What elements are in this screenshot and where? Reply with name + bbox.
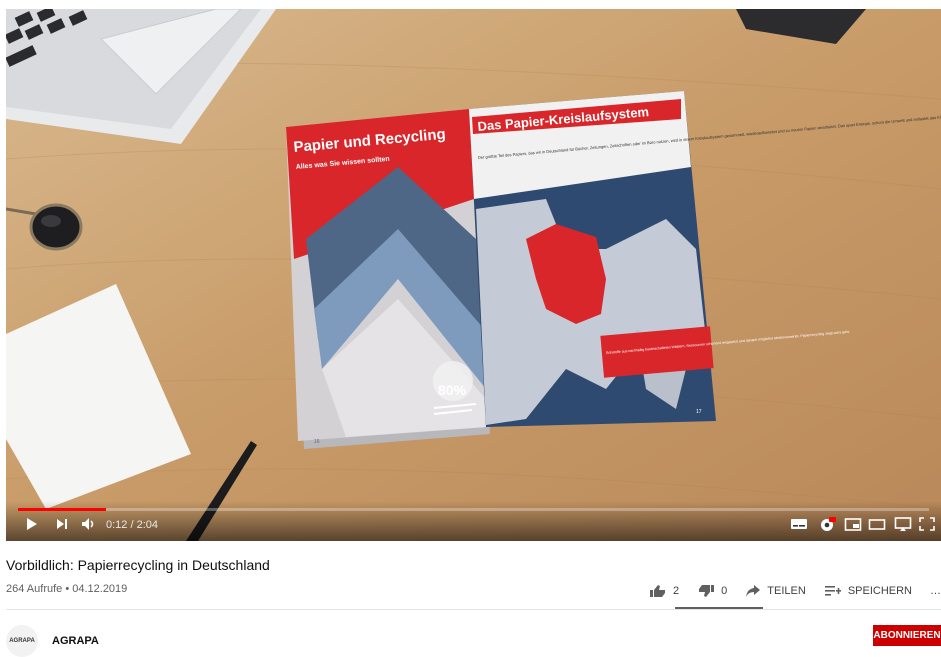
video-player[interactable]: Papier und Recycling Alles was Sie wisse… xyxy=(6,9,941,541)
cast-button[interactable] xyxy=(894,516,912,532)
share-button[interactable]: TEILEN xyxy=(745,584,806,598)
more-actions-button[interactable]: … xyxy=(930,585,941,597)
save-label: SPEICHERN xyxy=(847,585,912,597)
video-info: Vorbildlich: Papierrecycling in Deutschl… xyxy=(6,541,941,657)
playlist-add-icon xyxy=(824,586,841,596)
cast-icon xyxy=(894,517,912,531)
divider xyxy=(6,609,941,610)
subscribe-button[interactable]: ABONNIEREN xyxy=(873,625,941,646)
channel-row: AGRAPA AGRAPA xyxy=(6,625,99,657)
progress-bar[interactable] xyxy=(18,508,929,511)
fullscreen-button[interactable] xyxy=(918,516,936,532)
subtitles-icon xyxy=(791,519,807,529)
save-button[interactable]: SPEICHERN xyxy=(824,584,912,598)
like-count: 2 xyxy=(673,585,680,597)
play-icon xyxy=(27,518,37,530)
player-controls: 0:12 / 2:04 xyxy=(6,501,941,541)
progress-fill xyxy=(18,508,107,511)
next-icon xyxy=(57,519,67,529)
time-display: 0:12 / 2:04 xyxy=(106,519,158,531)
avatar-logo-text: AGRAPA xyxy=(9,638,35,644)
miniplayer-icon xyxy=(844,518,862,531)
subtitles-button[interactable] xyxy=(790,516,808,532)
dislike-button[interactable]: 0 xyxy=(697,584,727,598)
share-label: TEILEN xyxy=(767,585,806,597)
channel-name[interactable]: AGRAPA xyxy=(52,635,99,647)
thumbs-up-icon xyxy=(650,585,666,597)
settings-button[interactable] xyxy=(818,516,836,532)
miniplayer-button[interactable] xyxy=(844,516,862,532)
thumbs-down-icon xyxy=(699,585,715,597)
dislike-count: 0 xyxy=(721,585,728,597)
volume-icon xyxy=(82,518,94,530)
brochure-left-page-number: 16 xyxy=(314,439,320,445)
video-title: Vorbildlich: Papierrecycling in Deutschl… xyxy=(6,557,270,573)
video-meta: 264 Aufrufe • 04.12.2019 xyxy=(6,583,128,595)
share-icon xyxy=(746,585,761,597)
volume-button[interactable] xyxy=(80,515,98,533)
play-button[interactable] xyxy=(24,515,40,533)
brochure-percent: 80% xyxy=(438,382,467,398)
channel-avatar[interactable]: AGRAPA xyxy=(6,625,38,657)
action-bar: 2 0 TEILEN SPEICHERN … xyxy=(631,581,941,601)
theater-icon xyxy=(868,519,886,530)
theater-mode-button[interactable] xyxy=(868,516,886,532)
brochure-right-page-number: 17 xyxy=(696,409,702,415)
video-frame: Papier und Recycling Alles was Sie wisse… xyxy=(6,9,941,541)
like-button[interactable]: 2 xyxy=(649,584,679,598)
more-actions-icon: … xyxy=(930,585,941,597)
fullscreen-icon xyxy=(919,517,935,531)
settings-icon xyxy=(821,517,836,531)
next-button[interactable] xyxy=(54,515,70,533)
